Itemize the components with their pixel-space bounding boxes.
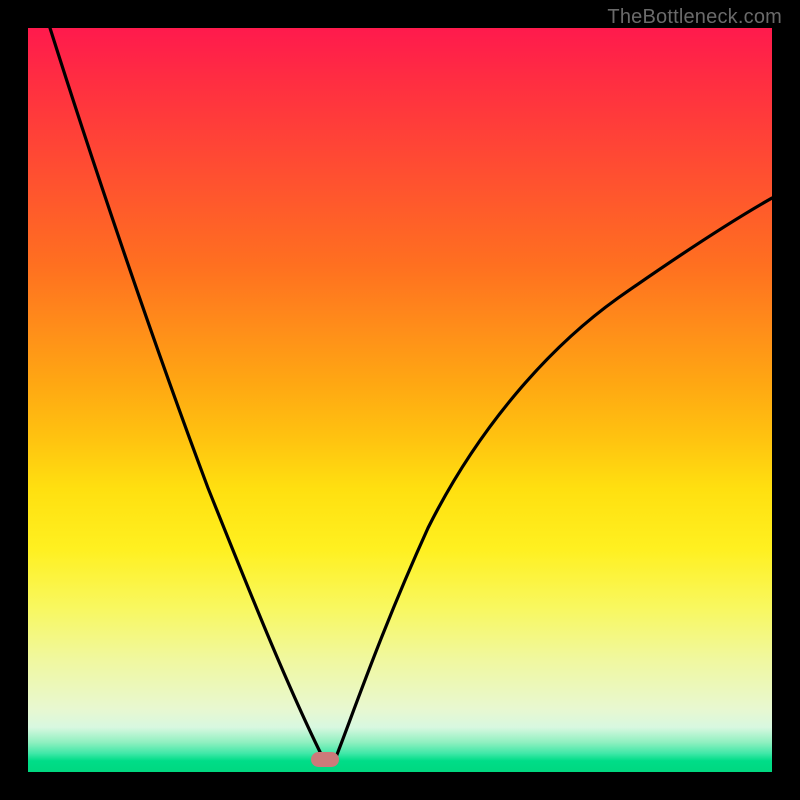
watermark-label: TheBottleneck.com: [607, 6, 782, 29]
plot-area: [28, 28, 772, 772]
bottleneck-curve: [28, 28, 772, 772]
optimal-marker: [311, 752, 339, 767]
chart-frame: TheBottleneck.com: [0, 0, 800, 800]
curve-path: [50, 28, 772, 762]
